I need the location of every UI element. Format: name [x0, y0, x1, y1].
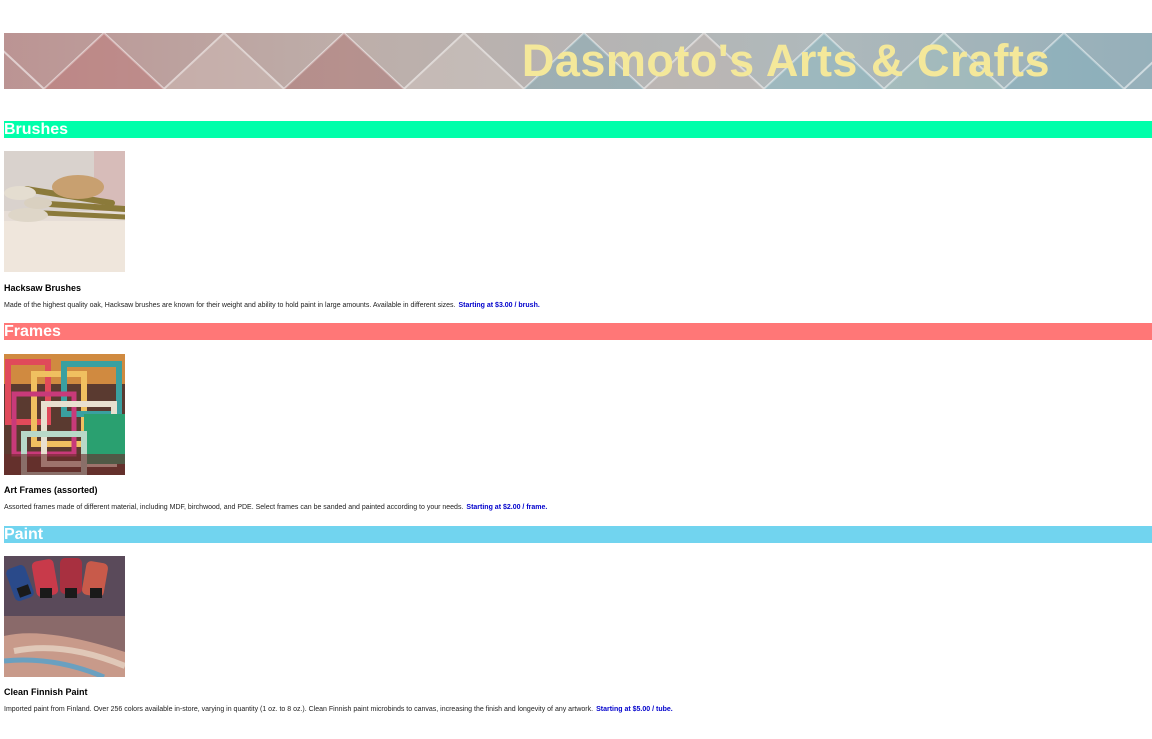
item-description-brushes: Made of the highest quality oak, Hacksaw… — [4, 301, 540, 311]
description-text: Made of the highest quality oak, Hacksaw… — [4, 302, 456, 309]
section-heading-frames: Frames — [4, 323, 1152, 340]
item-description-paint: Imported paint from Finland. Over 256 co… — [4, 705, 673, 715]
section-heading-paint: Paint — [4, 526, 1152, 543]
description-text: Imported paint from Finland. Over 256 co… — [4, 706, 594, 713]
item-name-hacksaw-brushes: Hacksaw Brushes — [4, 283, 82, 293]
section-heading-brushes: Brushes — [4, 121, 1152, 138]
page-title: Dasmoto's Arts & Crafts — [521, 35, 1050, 86]
header-banner: Dasmoto's Arts & Crafts — [4, 33, 1152, 89]
brushes-photo — [4, 151, 125, 272]
price-paint: Starting at $5.00 / tube. — [596, 706, 673, 713]
item-description-frames: Assorted frames made of different materi… — [4, 503, 547, 513]
price-frames: Starting at $2.00 / frame. — [466, 504, 548, 511]
item-name-art-frames: Art Frames (assorted) — [4, 485, 98, 495]
price-brushes: Starting at $3.00 / brush. — [458, 302, 540, 309]
description-text: Assorted frames made of different materi… — [4, 504, 464, 511]
frames-photo — [4, 354, 125, 475]
paint-tubes-photo — [4, 556, 125, 677]
item-name-clean-finnish-paint: Clean Finnish Paint — [4, 687, 88, 697]
